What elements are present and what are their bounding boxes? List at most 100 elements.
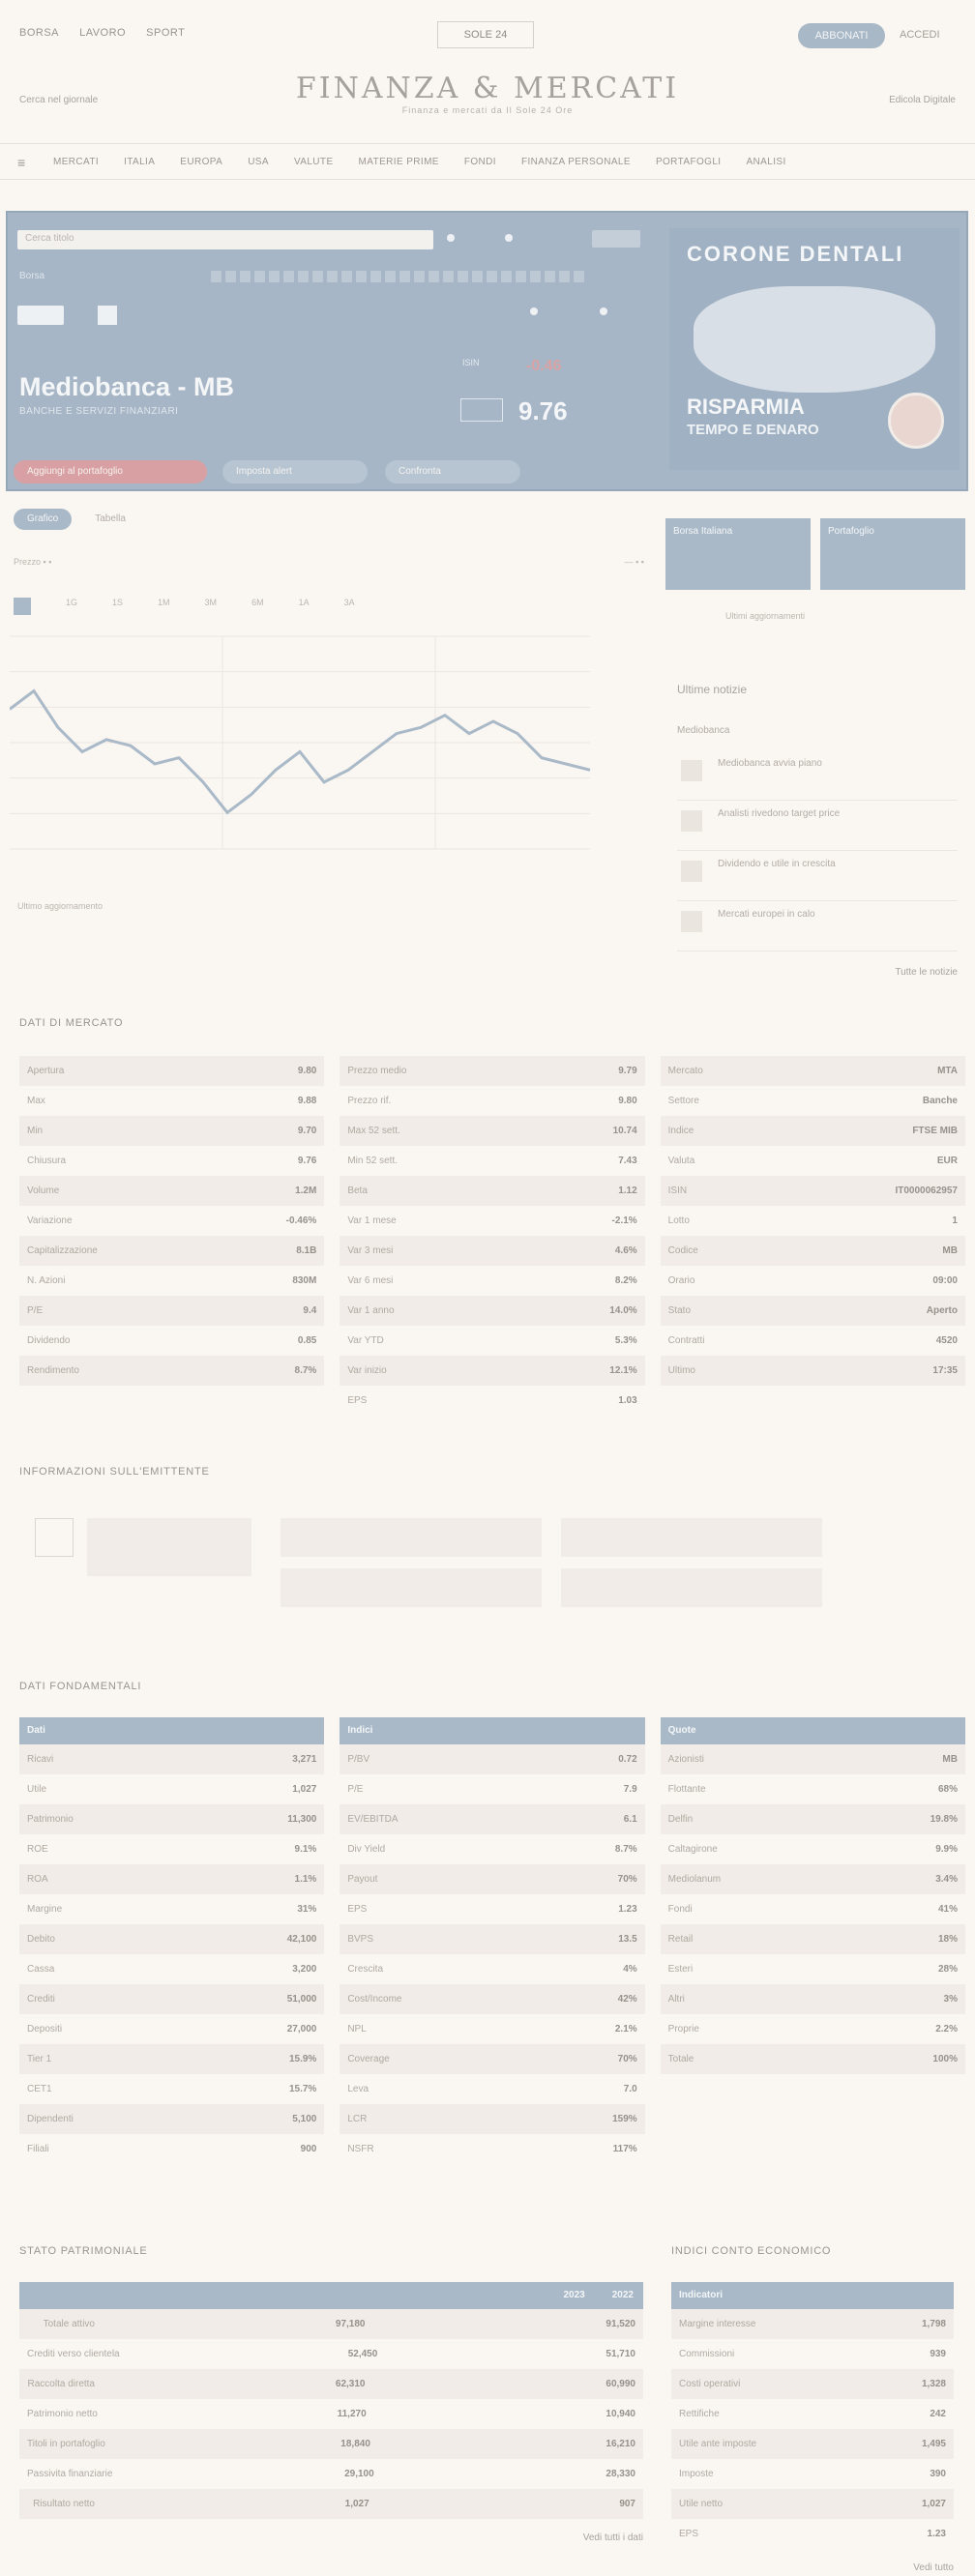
market-value: 8.7% [294,1365,317,1376]
market-label: Lotto [667,1215,690,1226]
balance-more[interactable]: Vedi tutti i dati [19,2519,643,2543]
market-label: Apertura [27,1066,65,1076]
toggle-icon[interactable] [530,307,538,315]
site-logo[interactable]: FINANZA & MERCATI [0,72,975,105]
period-active[interactable] [14,598,31,615]
nav-item-3[interactable]: EUROPA [180,157,222,167]
market-label: Ultimo [667,1365,695,1376]
right-filter[interactable]: Ultimi aggiornamenti [725,611,805,621]
fund-row: Totale 100% [660,2044,965,2074]
news-thumb [681,810,702,832]
info-card-4[interactable] [281,1568,542,1607]
nav-item-2[interactable]: ITALIA [124,157,155,167]
balance-label: Raccolta diretta [27,2379,95,2389]
period-1[interactable]: 1G [66,598,77,615]
fund-value: 4% [623,1964,637,1975]
period-4[interactable]: 3M [205,598,218,615]
fund-label: Leva [347,2084,369,2094]
income-value: 1,328 [921,2379,946,2389]
nav-item-10[interactable]: ANALISI [746,157,785,167]
alert-button[interactable]: Imposta alert [222,460,368,483]
alphabet-filter[interactable] [211,271,584,282]
nav-item-1[interactable]: MERCATI [53,157,99,167]
info-card-1[interactable] [87,1518,251,1576]
news-item[interactable]: Dividendo e utile in crescita [677,851,958,901]
nav-item-9[interactable]: PORTAFOGLI [656,157,722,167]
income-label: Utile netto [679,2499,724,2509]
period-5[interactable]: 6M [251,598,264,615]
market-row: Var 1 mese -2.1% [340,1206,644,1236]
fund-value: 2.1% [614,2024,637,2034]
market-row: Stato Aperto [660,1296,965,1326]
search-button[interactable] [592,230,640,248]
market-value: 9.79 [618,1066,637,1076]
nav-item-4[interactable]: USA [248,157,269,167]
fund-label: EV/EBITDA [347,1814,399,1825]
menu-icon[interactable]: ≡ [17,155,26,170]
compare-button[interactable]: Confronta [385,460,520,483]
subscribe-button[interactable]: ABBONATI [798,23,885,48]
income-value: 242 [930,2409,946,2419]
ad-banner[interactable]: CORONE DENTALI RISPARMIA TEMPO E DENARO [669,228,960,470]
fund-row: Crescita 4% [340,1954,644,1984]
fund-row: EV/EBITDA 6.1 [340,1804,645,1834]
top-link-3[interactable]: SPORT [146,27,185,39]
income-table: Indicatori Margine interesse 1,798 Commiss… [671,2282,954,2573]
info-card-2[interactable] [281,1518,542,1557]
market-box-label: Borsa Italiana [673,526,733,537]
market-row: Beta 1.12 [340,1176,645,1206]
market-label: Volume [27,1186,60,1196]
period-3[interactable]: 1M [158,598,170,615]
tab-table[interactable]: Tabella [81,509,139,530]
nav-item-8[interactable]: FINANZA PERSONALE [521,157,631,167]
top-link-2[interactable]: LAVORO [79,27,126,39]
period-2[interactable]: 1S [112,598,123,615]
center-badge[interactable]: SOLE 24 [437,21,534,48]
line-chart-svg[interactable] [10,627,629,878]
nav-item-6[interactable]: MATERIE PRIME [359,157,439,167]
masthead-left[interactable]: Cerca nel giornale [19,95,98,105]
market-row: Apertura 9.80 [19,1056,325,1086]
toggle-icon-2[interactable] [600,307,607,315]
tab-chart[interactable]: Grafico [14,509,73,530]
news-more-link[interactable]: Tutte le notizie [677,951,958,978]
market-value: Banche [922,1096,958,1106]
fund-row: Filiali 900 [19,2134,324,2164]
period-6[interactable]: 1A [299,598,310,615]
market-box[interactable]: Borsa Italiana [665,518,811,590]
market-label: Beta [347,1186,368,1196]
top-link-1[interactable]: BORSA [19,27,59,39]
market-row: Prezzo medio 9.79 [340,1056,645,1086]
market-value: 4520 [935,1335,958,1346]
market-col-3: Mercato MTA Settore Banche Indice FTSE MIB Val… [660,1056,965,1416]
fund-value: 68% [937,1784,958,1795]
nav-item-5[interactable]: VALUTE [294,157,334,167]
masthead-right[interactable]: Edicola Digitale [889,95,956,105]
market-label: Valuta [667,1156,695,1166]
code-label: ISIN [462,358,480,367]
balance-value: 16,210 [606,2439,635,2449]
login-link[interactable]: ACCEDI [900,29,940,41]
news-item[interactable]: Mercati europei in calo [677,901,958,951]
balance-value: 907 [619,2499,635,2509]
news-item[interactable]: Analisti rivedono target price [677,801,958,851]
news-item[interactable]: Mediobanca avvia piano [677,750,958,801]
market-label: Contratti [667,1335,705,1346]
market-row: Variazione -0.46% [19,1206,324,1236]
info-card-5[interactable] [561,1568,822,1607]
market-label: Var inizio [347,1365,387,1376]
fund-value: 117% [612,2144,637,2154]
market-label: Max 52 sett. [347,1126,400,1136]
income-more[interactable]: Vedi tutto [671,2549,954,2573]
radio-icon[interactable] [447,234,455,242]
info-card-3[interactable] [561,1518,822,1557]
market-value: 8.1B [296,1245,317,1256]
nav-item-7[interactable]: FONDI [464,157,496,167]
period-7[interactable]: 3A [344,598,355,615]
add-portfolio-button[interactable]: Aggiungi al portafoglio [14,460,207,483]
search-input[interactable]: Cerca titolo [17,230,433,249]
radio-icon-2[interactable] [505,234,513,242]
stock-variation: -0.46 [526,358,562,374]
market-label: Var 3 mesi [347,1245,394,1256]
portfolio-box[interactable]: Portafoglio [820,518,965,590]
